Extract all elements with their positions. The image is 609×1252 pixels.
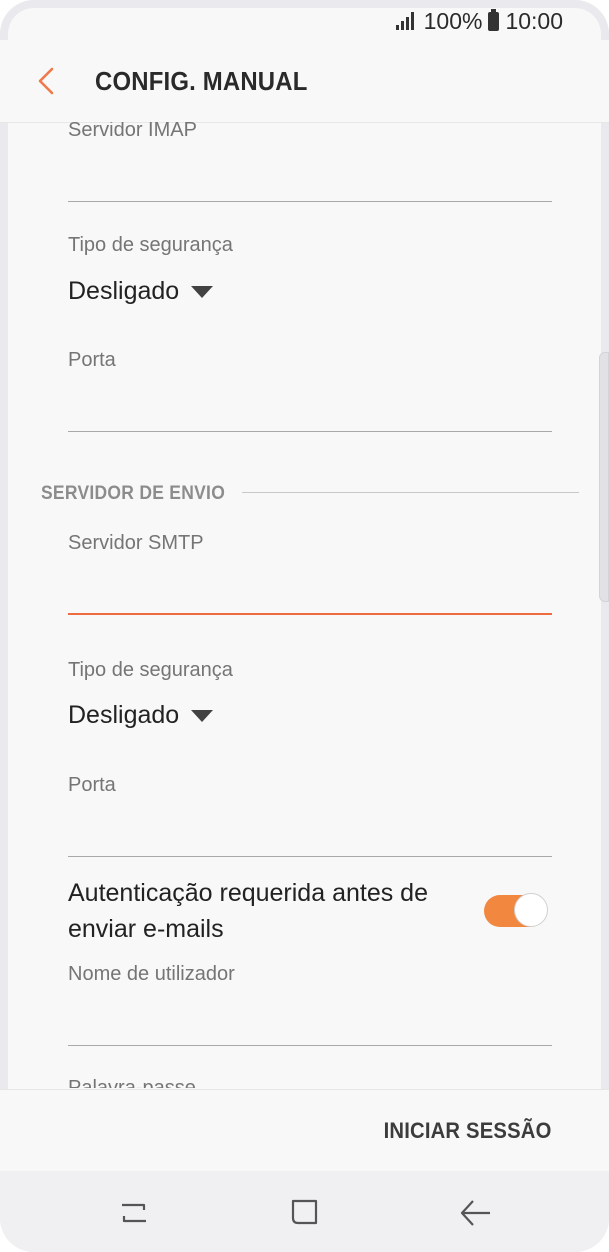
back-arrow-icon[interactable] [34,66,62,96]
dropdown-arrow-icon [191,285,214,298]
battery-level: 100% [423,7,483,34]
dropdown-arrow-icon [191,709,214,722]
sign-in-button[interactable]: INICIAR SESSÃO [383,1118,551,1144]
smtp-server-input[interactable] [68,613,552,615]
home-icon[interactable] [285,1193,325,1233]
edge-panel-handle[interactable] [599,352,609,602]
imap-server-label: Servidor IMAP [68,122,197,141]
battery-icon [488,8,500,31]
username-label: Nome de utilizador [68,963,235,985]
auth-required-label: Autenticação requerida antes de enviar e… [68,879,428,943]
section-divider [242,492,579,493]
incoming-security-select[interactable]: Desligado [68,277,214,306]
imap-server-input[interactable] [68,201,552,202]
incoming-security-value: Desligado [68,277,180,305]
section-title-outgoing: SERVIDOR DE ENVIO [41,483,226,504]
navigation-bar [0,1171,609,1252]
back-icon[interactable] [456,1193,496,1233]
outgoing-security-label: Tipo de segurança [68,659,233,681]
username-input[interactable] [68,1045,552,1046]
incoming-port-label: Porta [68,349,116,371]
outgoing-port-label: Porta [68,774,116,796]
phone-screen: 100% 10:00 CONFIG. MANUAL Servidor IMAP … [0,0,609,1252]
password-label: Palavra-passe [68,1077,196,1088]
bottom-action-bar: INICIAR SESSÃO [0,1089,609,1172]
outgoing-security-value: Desligado [68,701,180,729]
recent-apps-icon[interactable] [114,1193,154,1233]
outgoing-security-select[interactable]: Desligado [68,701,214,730]
smtp-server-label: Servidor SMTP [68,532,204,554]
page-title: CONFIG. MANUAL [95,66,308,96]
status-bar: 100% 10:00 [395,6,563,36]
clock: 10:00 [505,7,563,34]
toggle-knob [514,893,548,927]
incoming-security-label: Tipo de segurança [68,234,233,256]
signal-icon [395,12,418,30]
auth-required-toggle[interactable] [484,893,548,927]
settings-form[interactable]: Servidor IMAP Tipo de segurança Desligad… [0,122,609,1088]
app-bar: CONFIG. MANUAL [0,40,609,123]
outgoing-port-input[interactable] [68,856,552,857]
incoming-port-input[interactable] [68,431,552,432]
